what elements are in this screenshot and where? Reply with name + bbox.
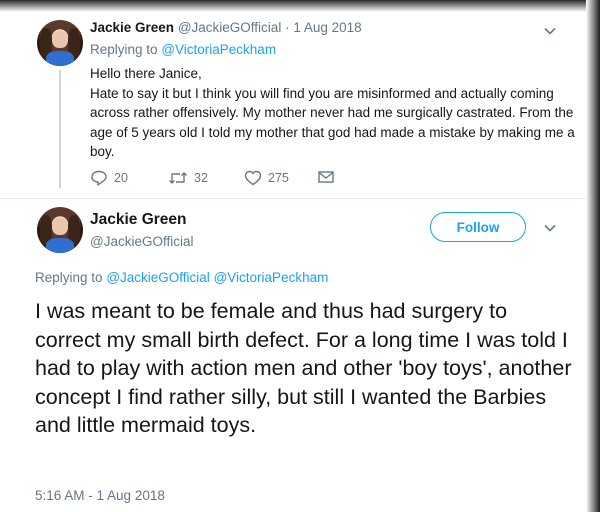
- author-name[interactable]: Jackie Green: [90, 211, 187, 229]
- tweet-text: I was meant to be female and thus had su…: [35, 299, 572, 437]
- like-button[interactable]: 275: [244, 170, 289, 186]
- chevron-down-icon[interactable]: [543, 24, 557, 38]
- parent-tweet-header: Jackie Green @JackieGOfficial · 1 Aug 20…: [90, 20, 362, 35]
- right-edge-shadow: [586, 0, 600, 512]
- reply-count: 20: [114, 171, 128, 185]
- parent-tweet-date[interactable]: 1 Aug 2018: [293, 20, 361, 35]
- reply-button[interactable]: 20: [90, 170, 128, 186]
- replying-to-link[interactable]: @VictoriaPeckham: [214, 270, 329, 285]
- parent-tweet-text: Hello there Janice, Hate to say it but I…: [90, 64, 580, 162]
- follow-button[interactable]: Follow: [430, 212, 526, 242]
- parent-body: Hate to say it but I think you will find…: [90, 85, 575, 160]
- parent-replying-to: Replying to @VictoriaPeckham: [90, 42, 276, 57]
- parent-author-handle[interactable]: @JackieGOfficial: [178, 20, 282, 35]
- parent-author-name[interactable]: Jackie Green: [90, 20, 174, 35]
- retweet-icon: [169, 172, 187, 184]
- replying-to-link[interactable]: @VictoriaPeckham: [161, 42, 276, 57]
- parent-greeting: Hello there Janice,: [90, 66, 202, 81]
- reply-icon: [91, 170, 107, 186]
- author-avatar[interactable]: [37, 207, 83, 253]
- direct-message-button[interactable]: [317, 170, 335, 184]
- chevron-down-icon[interactable]: [543, 221, 557, 235]
- replying-label: Replying to: [35, 270, 103, 285]
- main-replying-to: Replying to @JackieGOfficial @VictoriaPe…: [35, 270, 328, 285]
- heart-icon: [244, 170, 262, 186]
- tweet-divider: [0, 198, 586, 199]
- thread-line: [59, 70, 61, 188]
- top-edge-shadow: [0, 0, 600, 12]
- header-separator: ·: [285, 20, 290, 35]
- like-count: 275: [268, 171, 289, 185]
- replying-to-link[interactable]: @JackieGOfficial: [106, 270, 210, 285]
- replying-label: Replying to: [90, 42, 158, 57]
- tweet-timestamp[interactable]: 5:16 AM - 1 Aug 2018: [35, 488, 165, 503]
- envelope-icon: [318, 171, 334, 183]
- retweet-count: 32: [194, 171, 208, 185]
- parent-avatar[interactable]: [37, 20, 83, 66]
- author-handle[interactable]: @JackieGOfficial: [90, 234, 194, 249]
- retweet-button[interactable]: 32: [168, 170, 208, 186]
